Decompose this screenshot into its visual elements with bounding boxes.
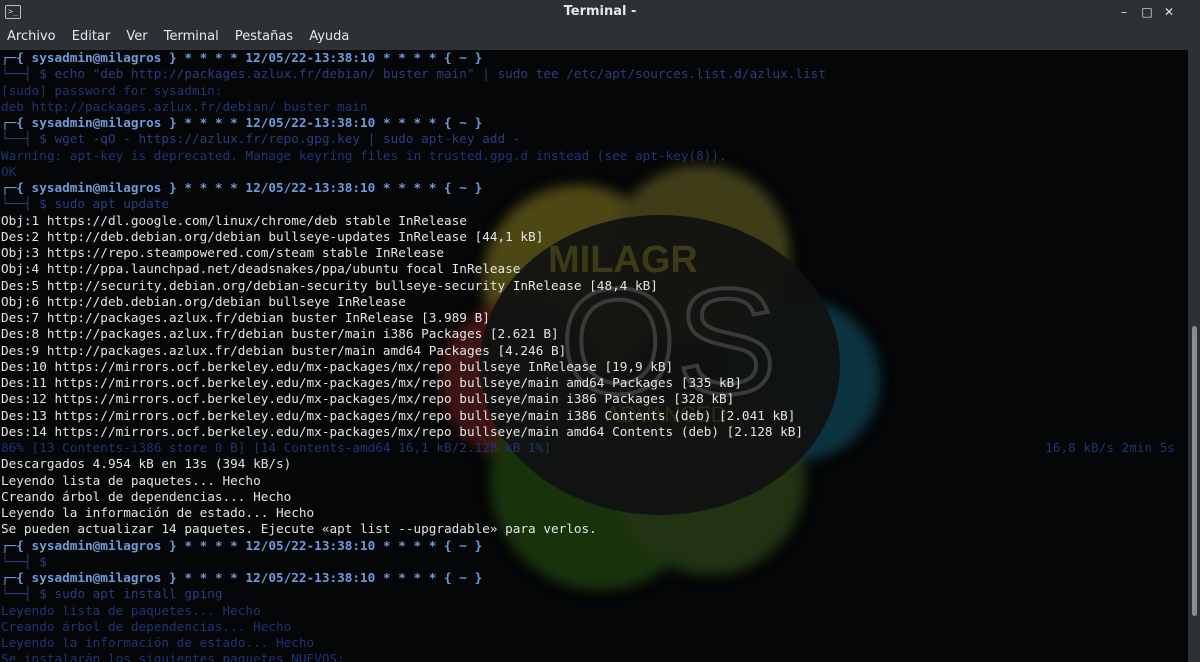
line-text: OK xyxy=(1,163,17,179)
line-text: └──┤ $ wget -qO - https://azlux.fr/repo.… xyxy=(1,131,521,147)
line-text: Descargados 4.954 kB en 13s (394 kB/s) xyxy=(1,456,292,472)
prompt-line: ┌─{ sysadmin@milagros } * * * * 12/05/22… xyxy=(1,115,1187,131)
output-line: Leyendo la información de estado... Hech… xyxy=(1,505,1187,521)
line-text: Des:9 http://packages.azlux.fr/debian bu… xyxy=(1,342,567,358)
line-text: Creando árbol de dependencias... Hecho xyxy=(1,618,292,634)
output-line: Des:13 https://mirrors.ocf.berkeley.edu/… xyxy=(1,408,1187,424)
output-line: Des:11 https://mirrors.ocf.berkeley.edu/… xyxy=(1,375,1187,391)
line-text: └──┤ $ sudo apt install gping xyxy=(1,586,223,602)
prompt-line: ┌─{ sysadmin@milagros } * * * * 12/05/22… xyxy=(1,180,1187,196)
line-text: Creando árbol de dependencias... Hecho xyxy=(1,488,292,504)
menu-ver[interactable]: Ver xyxy=(120,24,153,50)
output-line: 86% [13 Contents-i386 store 0 B] [14 Con… xyxy=(1,440,1187,456)
output-line: Des:8 http://packages.azlux.fr/debian bu… xyxy=(1,326,1187,342)
output-line: deb http://packages.azlux.fr/debian/ bus… xyxy=(1,99,1187,115)
line-text: Des:5 http://security.debian.org/debian-… xyxy=(1,277,658,293)
line-text: ┌─{ sysadmin@milagros } * * * * 12/05/22… xyxy=(1,180,483,195)
output-line: Des:5 http://security.debian.org/debian-… xyxy=(1,278,1187,294)
prompt-line: ┌─{ sysadmin@milagros } * * * * 12/05/22… xyxy=(1,570,1187,586)
output-line: Descargados 4.954 kB en 13s (394 kB/s) xyxy=(1,456,1187,472)
title-bar[interactable]: >_ Terminal - – □ ✕ xyxy=(0,0,1200,24)
line-text: └──┤ $ echo "deb http://packages.azlux.f… xyxy=(1,66,826,82)
line-text: Des:8 http://packages.azlux.fr/debian bu… xyxy=(1,326,559,342)
output-line: Des:12 https://mirrors.ocf.berkeley.edu/… xyxy=(1,391,1187,407)
terminal-area[interactable]: MILAGR OS ADVANCED ┌─{ sysadmin@milagros… xyxy=(0,50,1188,662)
maximize-button[interactable]: □ xyxy=(1139,4,1155,20)
command-line: └──┤ $ echo "deb http://packages.azlux.f… xyxy=(1,66,1187,82)
close-button[interactable]: ✕ xyxy=(1161,4,1177,20)
output-line: Obj:4 http://ppa.launchpad.net/deadsnake… xyxy=(1,261,1187,277)
line-text: Warning: apt-key is deprecated. Manage k… xyxy=(1,147,727,163)
line-text: Leyendo lista de paquetes... Hecho xyxy=(1,602,261,618)
output-line: Leyendo lista de paquetes... Hecho xyxy=(1,473,1187,489)
output-line: Des:7 http://packages.azlux.fr/debian bu… xyxy=(1,310,1187,326)
line-text: Se instalarán los siguientes paquetes NU… xyxy=(1,651,345,662)
line-text: Obj:3 https://repo.steampowered.com/stea… xyxy=(1,245,445,260)
line-text: Des:7 http://packages.azlux.fr/debian bu… xyxy=(1,310,490,325)
output-line: Des:10 https://mirrors.ocf.berkeley.edu/… xyxy=(1,359,1187,375)
output-line: Des:9 http://packages.azlux.fr/debian bu… xyxy=(1,343,1187,359)
line-text: └──┤ $ xyxy=(1,553,47,569)
command-line: └──┤ $ sudo apt install gping xyxy=(1,586,1187,602)
line-text: ┌─{ sysadmin@milagros } * * * * 12/05/22… xyxy=(1,570,483,585)
line-text: Des:13 https://mirrors.ocf.berkeley.edu/… xyxy=(1,407,796,423)
line-text: ┌─{ sysadmin@milagros } * * * * 12/05/22… xyxy=(1,537,483,553)
output-line: Leyendo la información de estado... Hech… xyxy=(1,635,1187,651)
vertical-scrollbar[interactable] xyxy=(1188,50,1200,662)
menu-archivo[interactable]: Archivo xyxy=(0,24,62,50)
output-line: Se pueden actualizar 14 paquetes. Ejecut… xyxy=(1,521,1187,537)
minimize-button[interactable]: – xyxy=(1116,4,1132,20)
output-line: Creando árbol de dependencias... Hecho xyxy=(1,619,1187,635)
output-line: Creando árbol de dependencias... Hecho xyxy=(1,489,1187,505)
output-line: Obj:6 http://deb.debian.org/debian bulls… xyxy=(1,294,1187,310)
window-title: Terminal - xyxy=(563,4,637,19)
line-text: Obj:6 http://deb.debian.org/debian bulls… xyxy=(1,293,406,309)
menu-terminal[interactable]: Terminal xyxy=(158,24,225,50)
line-text: Des:11 https://mirrors.ocf.berkeley.edu/… xyxy=(1,375,742,390)
scrollbar-thumb[interactable] xyxy=(1192,326,1197,616)
output-line: Des:14 https://mirrors.ocf.berkeley.edu/… xyxy=(1,424,1187,440)
line-text: ┌─{ sysadmin@milagros } * * * * 12/05/22… xyxy=(1,115,483,130)
prompt-line: ┌─{ sysadmin@milagros } * * * * 12/05/22… xyxy=(1,538,1187,554)
terminal-output: ┌─{ sysadmin@milagros } * * * * 12/05/22… xyxy=(1,50,1187,662)
line-text: Leyendo la información de estado... Hech… xyxy=(1,505,315,520)
output-line: Des:2 http://deb.debian.org/debian bulls… xyxy=(1,229,1187,245)
line-text: Leyendo lista de paquetes... Hecho xyxy=(1,472,261,488)
output-line: OK xyxy=(1,164,1187,180)
line-text: Leyendo la información de estado... Hech… xyxy=(1,635,315,650)
line-text: Des:2 http://deb.debian.org/debian bulls… xyxy=(1,228,544,244)
command-line: └──┤ $ sudo apt update xyxy=(1,196,1187,212)
output-line: [sudo] password for sysadmin: xyxy=(1,83,1187,99)
line-text: deb http://packages.azlux.fr/debian/ bus… xyxy=(1,98,368,114)
line-text: Des:12 https://mirrors.ocf.berkeley.edu/… xyxy=(1,391,735,407)
output-line: Obj:1 https://dl.google.com/linux/chrome… xyxy=(1,213,1187,229)
line-text: Se pueden actualizar 14 paquetes. Ejecut… xyxy=(1,521,597,537)
menu-ayuda[interactable]: Ayuda xyxy=(303,24,355,50)
command-line: └──┤ $ wget -qO - https://azlux.fr/repo.… xyxy=(1,131,1187,147)
menu-bar: Archivo Editar Ver Terminal Pestañas Ayu… xyxy=(0,24,1200,50)
line-text: ┌─{ sysadmin@milagros } * * * * 12/05/22… xyxy=(1,50,483,65)
line-text: Des:14 https://mirrors.ocf.berkeley.edu/… xyxy=(1,423,804,439)
output-line: Se instalarán los siguientes paquetes NU… xyxy=(1,651,1187,662)
line-text: [sudo] password for sysadmin: xyxy=(1,82,223,98)
menu-pestanas[interactable]: Pestañas xyxy=(229,24,299,50)
line-text: └──┤ $ sudo apt update xyxy=(1,196,170,212)
output-line: Warning: apt-key is deprecated. Manage k… xyxy=(1,148,1187,164)
line-text: 86% [13 Contents-i386 store 0 B] [14 Con… xyxy=(1,440,551,455)
line-text: Obj:4 http://ppa.launchpad.net/deadsnake… xyxy=(1,261,521,277)
prompt-line: ┌─{ sysadmin@milagros } * * * * 12/05/22… xyxy=(1,50,1187,66)
line-text: Des:10 https://mirrors.ocf.berkeley.edu/… xyxy=(1,358,674,374)
output-line: Obj:3 https://repo.steampowered.com/stea… xyxy=(1,245,1187,261)
progress-speed: 16,8 kB/s 2min 5s xyxy=(1045,440,1175,455)
output-line: Leyendo lista de paquetes... Hecho xyxy=(1,603,1187,619)
line-text: Obj:1 https://dl.google.com/linux/chrome… xyxy=(1,212,467,228)
menu-editar[interactable]: Editar xyxy=(66,24,117,50)
command-line: └──┤ $ xyxy=(1,554,1187,570)
